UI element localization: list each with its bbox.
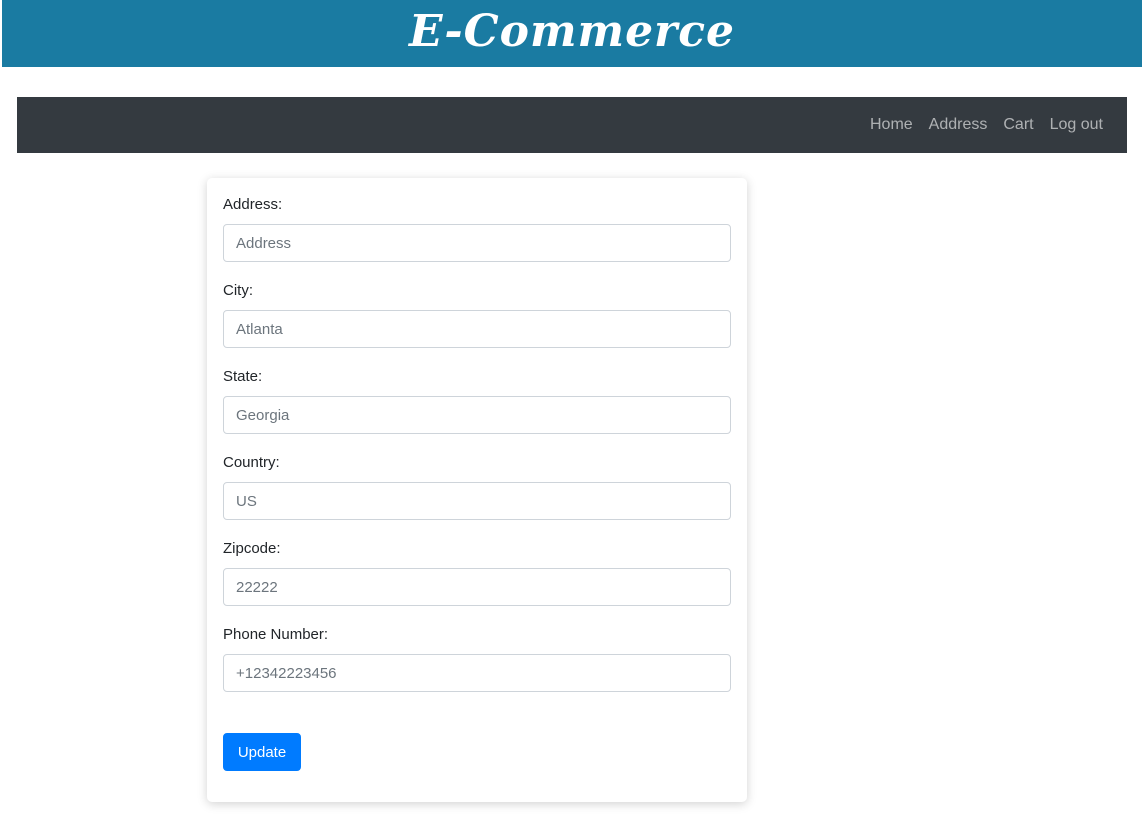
zipcode-input[interactable] (223, 568, 731, 606)
phone-label: Phone Number: (223, 626, 329, 643)
city-label: City: (223, 282, 253, 299)
address-form-card: Address: City: State: Country: Zipcode: … (207, 178, 747, 802)
navbar: Home Address Cart Log out (17, 97, 1127, 153)
country-input[interactable] (223, 482, 731, 520)
nav-link-home[interactable]: Home (862, 116, 921, 134)
state-input[interactable] (223, 396, 731, 434)
nav-links: Home Address Cart Log out (862, 116, 1111, 134)
zipcode-label: Zipcode: (223, 540, 281, 557)
country-label: Country: (223, 454, 280, 471)
site-title: E-Commerce (408, 6, 736, 57)
nav-link-cart[interactable]: Cart (995, 116, 1041, 134)
city-input[interactable] (223, 310, 731, 348)
nav-link-address[interactable]: Address (921, 116, 996, 134)
phone-input[interactable] (223, 654, 731, 692)
state-label: State: (223, 368, 263, 385)
update-button[interactable]: Update (223, 733, 301, 771)
address-label: Address: (223, 196, 283, 213)
address-input[interactable] (223, 224, 731, 262)
nav-link-logout[interactable]: Log out (1042, 116, 1111, 134)
site-header-banner: E-Commerce (2, 0, 1142, 67)
